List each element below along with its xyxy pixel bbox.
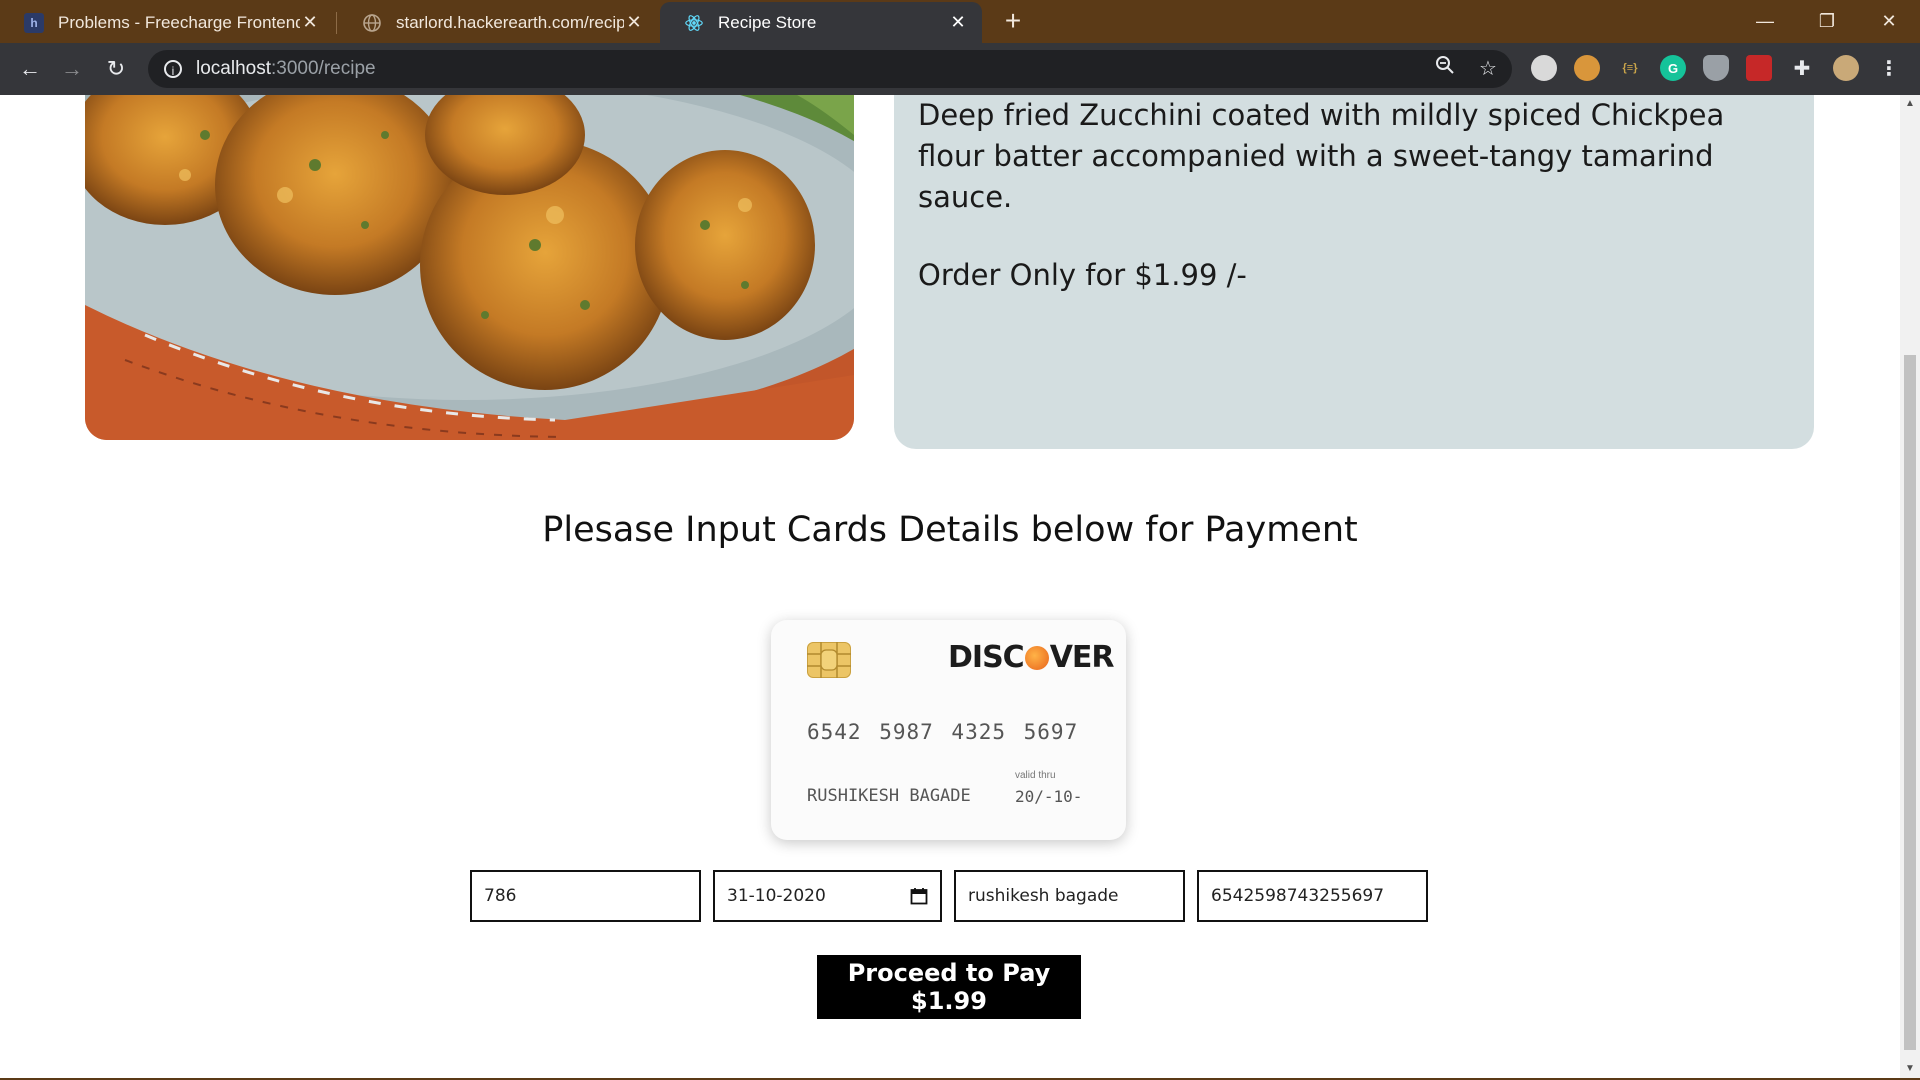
bracket-extension-icon[interactable]: {≡} [1617,55,1643,81]
url-path: :3000/recipe [271,58,376,79]
red-extension-icon[interactable] [1746,55,1772,81]
restore-icon[interactable]: ❐ [1796,0,1858,43]
cvc-value: 786 [484,886,517,906]
card-number-input[interactable]: 6542598743255697 [1197,870,1428,922]
tab-title: Recipe Store [718,12,817,32]
reload-icon[interactable]: ↻ [100,53,132,85]
recipe-description: Deep fried Zucchini coated with mildly s… [918,98,1725,214]
card-number-value: 6542598743255697 [1211,886,1385,906]
scroll-down-icon[interactable]: ▼ [1900,1060,1920,1078]
grammarly-icon[interactable]: G [1660,55,1686,81]
payment-heading: Plesase Input Cards Details below for Pa… [542,510,1358,550]
window-close-icon[interactable]: ✕ [1858,0,1920,43]
zucchini-fritters-illustration [85,95,854,440]
browser-toolbar: ← → ↻ i localhost:3000/recipe ☆ {≡} G ✚ … [0,43,1920,95]
brand-text-left: DISC [948,640,1025,675]
back-icon[interactable]: ← [14,53,46,85]
recipe-price: Order Only for $1.99 /- [918,258,1247,292]
address-bar[interactable]: i localhost:3000/recipe ☆ [148,50,1512,88]
page-scrollbar[interactable]: ▲ ▼ [1900,95,1920,1080]
new-tab-button[interactable]: + [998,6,1028,36]
forward-icon[interactable]: → [56,53,88,85]
cardholder-name-value: rushikesh bagade [968,886,1119,906]
calendar-icon[interactable] [910,887,928,905]
tab-title: Problems - Freecharge Frontend [58,12,300,32]
proceed-to-pay-button[interactable]: Proceed to Pay $1.99 [817,955,1081,1019]
card-expiry-display: 20/-10- [1015,787,1083,806]
recipe-description-card: Deep fried Zucchini coated with mildly s… [894,95,1814,449]
cvc-input[interactable]: 786 [470,870,701,922]
expiry-value: 31-10-2020 [727,886,826,906]
brand-text-right: VER [1049,640,1115,675]
zoom-icon[interactable] [1430,50,1460,88]
tab-title: starlord.hackerearth.com/recipe [396,12,624,32]
url-host: localhost [196,58,271,79]
card-holder-display: RUSHIKESH BAGADE [807,786,971,806]
scroll-thumb[interactable] [1904,355,1916,1050]
tab-recipe-store[interactable]: Recipe Store ✕ [660,2,982,43]
close-icon[interactable]: ✕ [948,12,968,33]
globe-icon [362,13,382,33]
more-menu-icon[interactable]: ⋮ [1876,55,1902,81]
cookie-extension-icon[interactable] [1574,55,1600,81]
credit-card-preview: DISC VER 6542 5987 4325 5697 RUSHIKESH BA… [771,620,1126,840]
site-info-icon[interactable]: i [164,60,182,78]
tab-starlord[interactable]: starlord.hackerearth.com/recipe ✕ [338,2,658,43]
discover-logo: DISC VER [948,640,1114,675]
tab-divider [336,12,337,34]
tab-problems[interactable]: h Problems - Freecharge Frontend ✕ [0,2,334,43]
tab-strip: h Problems - Freecharge Frontend ✕ starl… [0,0,1920,43]
card-number-display: 6542 5987 4325 5697 [807,720,1079,744]
valid-thru-label: valid thru [1015,770,1056,781]
minimize-icon[interactable]: — [1734,0,1796,43]
hackerearth-icon: h [24,12,44,33]
cardholder-name-input[interactable]: rushikesh bagade [954,870,1185,922]
puzzle-icon[interactable]: ✚ [1789,55,1815,81]
discover-dot-icon [1024,646,1049,670]
page-viewport: Deep fried Zucchini coated with mildly s… [0,95,1900,1078]
close-icon[interactable]: ✕ [624,12,644,33]
expiry-date-input[interactable]: 31-10-2020 [713,870,942,922]
cube-extension-icon[interactable] [1531,55,1557,81]
react-icon [684,13,704,33]
close-icon[interactable]: ✕ [300,12,320,33]
bookmark-star-icon[interactable]: ☆ [1473,50,1503,88]
recipe-image [85,95,854,440]
card-chip-icon [807,642,851,678]
scroll-up-icon[interactable]: ▲ [1900,95,1920,113]
shield-extension-icon[interactable] [1703,55,1729,81]
profile-avatar[interactable] [1833,55,1859,81]
